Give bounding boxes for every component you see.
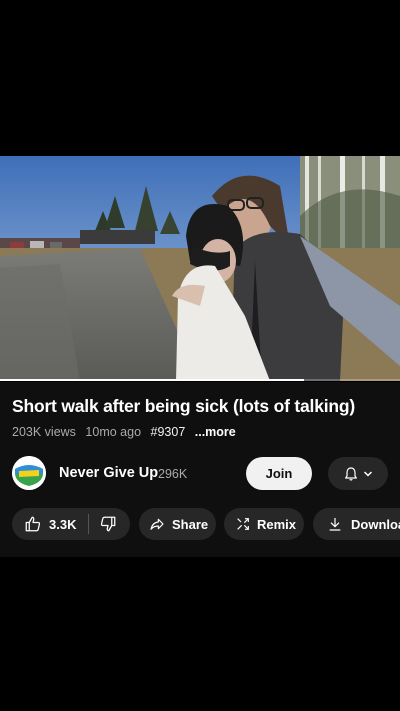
channel-row: Never Give Up 296K Join: [0, 454, 400, 494]
action-bar: 3.3K Share Remix Downlo: [0, 506, 400, 542]
subscriber-count: 296K: [158, 467, 188, 481]
thumbs-down-icon: [101, 516, 116, 532]
like-button[interactable]: 3.3K: [12, 508, 76, 540]
notification-button[interactable]: [328, 457, 388, 490]
like-divider: [88, 514, 90, 534]
channel-logo-image: [12, 456, 46, 490]
channel-avatar[interactable]: [12, 456, 46, 490]
download-button[interactable]: Download: [313, 508, 400, 540]
video-metadata[interactable]: 203K views 10mo ago #9307 ...more: [12, 425, 242, 439]
download-label: Download: [351, 516, 400, 532]
bell-icon: [345, 466, 357, 481]
remix-button[interactable]: Remix: [224, 508, 304, 540]
like-dislike-pill: 3.3K: [12, 508, 130, 540]
view-count: 203K views: [12, 425, 76, 439]
video-progress-fill: [0, 379, 304, 381]
remix-icon: [237, 518, 249, 530]
chevron-down-icon: [363, 470, 373, 477]
share-button[interactable]: Share: [139, 508, 216, 540]
video-details-panel: Short walk after being sick (lots of tal…: [0, 382, 400, 557]
more-link[interactable]: ...more: [195, 425, 236, 439]
hashtag-link[interactable]: #9307: [151, 425, 186, 439]
share-arrow-icon: [150, 518, 164, 530]
video-progress-bar[interactable]: [0, 379, 400, 381]
join-button[interactable]: Join: [246, 457, 312, 490]
video-title[interactable]: Short walk after being sick (lots of tal…: [12, 396, 392, 417]
like-count: 3.3K: [49, 516, 77, 532]
share-label: Share: [172, 516, 209, 532]
thumbs-up-icon: [25, 516, 41, 532]
dislike-button[interactable]: [99, 508, 117, 540]
video-frame: [0, 156, 400, 381]
channel-name[interactable]: Never Give Up: [59, 465, 158, 481]
remix-label: Remix: [257, 516, 297, 532]
download-icon: [329, 518, 341, 531]
upload-age: 10mo ago: [85, 425, 142, 439]
video-player[interactable]: [0, 156, 400, 381]
